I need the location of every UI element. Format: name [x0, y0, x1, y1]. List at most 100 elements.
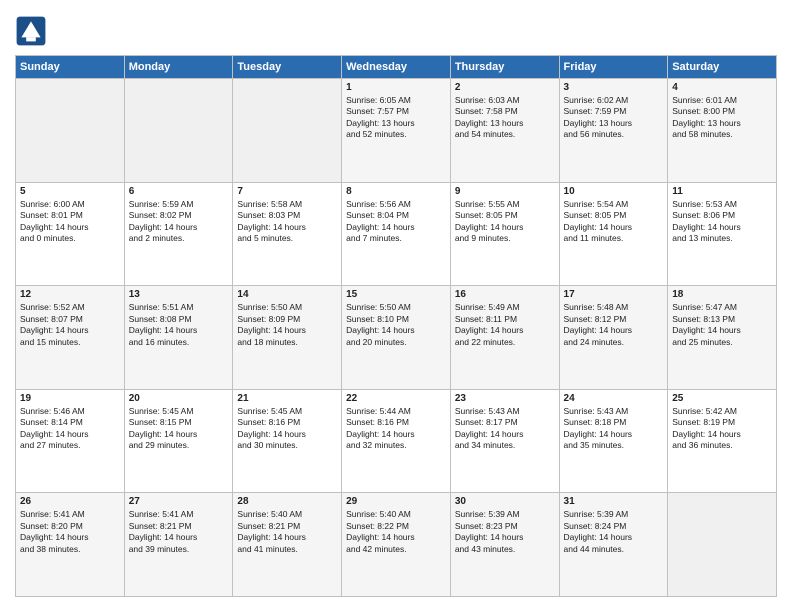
day-number: 23: [455, 393, 555, 404]
week-row-1: 1Sunrise: 6:05 AM Sunset: 7:57 PM Daylig…: [16, 79, 777, 183]
day-info: Sunrise: 5:40 AM Sunset: 8:22 PM Dayligh…: [346, 509, 446, 555]
day-number: 30: [455, 496, 555, 507]
day-info: Sunrise: 6:01 AM Sunset: 8:00 PM Dayligh…: [672, 95, 772, 141]
day-cell: 8 Sunrise: 5:56 AM Sunset: 8:04 PM Daylig…: [342, 182, 451, 286]
day-info: Sunrise: 6:02 AM Sunset: 7:59 PM Dayligh…: [564, 95, 664, 141]
col-header-monday: Monday: [124, 56, 233, 79]
day-info: Sunrise: 5:48 AM Sunset: 8:12 PM Dayligh…: [564, 302, 664, 348]
day-cell: 19 Sunrise: 5:46 AM Sunset: 8:14 PM Dayli…: [16, 389, 125, 493]
day-cell: [124, 79, 233, 183]
day-cell: [233, 79, 342, 183]
day-cell: 11 Sunrise: 5:53 AM Sunset: 8:06 PM Dayli…: [668, 182, 777, 286]
day-info: Sunrise: 5:41 AM Sunset: 8:20 PM Dayligh…: [20, 509, 120, 555]
day-cell: 6 Sunrise: 5:59 AM Sunset: 8:02 PM Daylig…: [124, 182, 233, 286]
day-cell: 7 Sunrise: 5:58 AM Sunset: 8:03 PM Daylig…: [233, 182, 342, 286]
day-info: Sunrise: 5:44 AM Sunset: 8:16 PM Dayligh…: [346, 406, 446, 452]
day-cell: 2Sunrise: 6:03 AM Sunset: 7:58 PM Daylig…: [450, 79, 559, 183]
day-cell: 16 Sunrise: 5:49 AM Sunset: 8:11 PM Dayli…: [450, 286, 559, 390]
day-number: 9: [455, 186, 555, 197]
day-cell: 3 Sunrise: 6:02 AM Sunset: 7:59 PM Daylig…: [559, 79, 668, 183]
day-info: Sunrise: 5:46 AM Sunset: 8:14 PM Dayligh…: [20, 406, 120, 452]
day-info: Sunrise: 5:56 AM Sunset: 8:04 PM Dayligh…: [346, 199, 446, 245]
day-info: Sunrise: 5:41 AM Sunset: 8:21 PM Dayligh…: [129, 509, 229, 555]
day-number: 2: [455, 82, 555, 93]
day-cell: 25Sunrise: 5:42 AM Sunset: 8:19 PM Dayli…: [668, 389, 777, 493]
day-cell: 20 Sunrise: 5:45 AM Sunset: 8:15 PM Dayli…: [124, 389, 233, 493]
day-info: Sunrise: 5:49 AM Sunset: 8:11 PM Dayligh…: [455, 302, 555, 348]
day-cell: 10 Sunrise: 5:54 AM Sunset: 8:05 PM Dayli…: [559, 182, 668, 286]
day-number: 19: [20, 393, 120, 404]
day-info: Sunrise: 5:51 AM Sunset: 8:08 PM Dayligh…: [129, 302, 229, 348]
day-info: Sunrise: 5:53 AM Sunset: 8:06 PM Dayligh…: [672, 199, 772, 245]
day-number: 6: [129, 186, 229, 197]
week-row-3: 12Sunrise: 5:52 AM Sunset: 8:07 PM Dayli…: [16, 286, 777, 390]
day-cell: 4 Sunrise: 6:01 AM Sunset: 8:00 PM Daylig…: [668, 79, 777, 183]
calendar-header-row: SundayMondayTuesdayWednesdayThursdayFrid…: [16, 56, 777, 79]
day-cell: [668, 493, 777, 597]
day-info: Sunrise: 6:05 AM Sunset: 7:57 PM Dayligh…: [346, 95, 446, 141]
day-cell: 5 Sunrise: 6:00 AM Sunset: 8:01 PM Daylig…: [16, 182, 125, 286]
day-info: Sunrise: 5:40 AM Sunset: 8:21 PM Dayligh…: [237, 509, 337, 555]
day-info: Sunrise: 6:00 AM Sunset: 8:01 PM Dayligh…: [20, 199, 120, 245]
day-cell: 28 Sunrise: 5:40 AM Sunset: 8:21 PM Dayli…: [233, 493, 342, 597]
header: [15, 15, 777, 47]
day-number: 7: [237, 186, 337, 197]
day-info: Sunrise: 5:54 AM Sunset: 8:05 PM Dayligh…: [564, 199, 664, 245]
day-cell: 24 Sunrise: 5:43 AM Sunset: 8:18 PM Dayli…: [559, 389, 668, 493]
day-number: 20: [129, 393, 229, 404]
day-number: 4: [672, 82, 772, 93]
day-info: Sunrise: 5:50 AM Sunset: 8:09 PM Dayligh…: [237, 302, 337, 348]
day-number: 3: [564, 82, 664, 93]
day-cell: 26 Sunrise: 5:41 AM Sunset: 8:20 PM Dayli…: [16, 493, 125, 597]
day-cell: 1Sunrise: 6:05 AM Sunset: 7:57 PM Daylig…: [342, 79, 451, 183]
day-info: Sunrise: 5:43 AM Sunset: 8:18 PM Dayligh…: [564, 406, 664, 452]
col-header-wednesday: Wednesday: [342, 56, 451, 79]
day-number: 17: [564, 289, 664, 300]
day-number: 31: [564, 496, 664, 507]
day-number: 10: [564, 186, 664, 197]
day-number: 22: [346, 393, 446, 404]
day-number: 21: [237, 393, 337, 404]
day-number: 28: [237, 496, 337, 507]
day-cell: 12Sunrise: 5:52 AM Sunset: 8:07 PM Dayli…: [16, 286, 125, 390]
day-number: 13: [129, 289, 229, 300]
day-number: 24: [564, 393, 664, 404]
day-number: 16: [455, 289, 555, 300]
day-info: Sunrise: 5:43 AM Sunset: 8:17 PM Dayligh…: [455, 406, 555, 452]
col-header-thursday: Thursday: [450, 56, 559, 79]
day-number: 29: [346, 496, 446, 507]
col-header-friday: Friday: [559, 56, 668, 79]
day-number: 27: [129, 496, 229, 507]
day-info: Sunrise: 5:45 AM Sunset: 8:15 PM Dayligh…: [129, 406, 229, 452]
day-info: Sunrise: 5:58 AM Sunset: 8:03 PM Dayligh…: [237, 199, 337, 245]
day-number: 8: [346, 186, 446, 197]
day-cell: 22 Sunrise: 5:44 AM Sunset: 8:16 PM Dayli…: [342, 389, 451, 493]
col-header-sunday: Sunday: [16, 56, 125, 79]
day-number: 26: [20, 496, 120, 507]
day-number: 15: [346, 289, 446, 300]
day-info: Sunrise: 5:55 AM Sunset: 8:05 PM Dayligh…: [455, 199, 555, 245]
day-cell: 13 Sunrise: 5:51 AM Sunset: 8:08 PM Dayli…: [124, 286, 233, 390]
week-row-4: 19 Sunrise: 5:46 AM Sunset: 8:14 PM Dayli…: [16, 389, 777, 493]
day-cell: 27 Sunrise: 5:41 AM Sunset: 8:21 PM Dayli…: [124, 493, 233, 597]
day-info: Sunrise: 5:59 AM Sunset: 8:02 PM Dayligh…: [129, 199, 229, 245]
day-number: 11: [672, 186, 772, 197]
day-number: 18: [672, 289, 772, 300]
day-cell: 29 Sunrise: 5:40 AM Sunset: 8:22 PM Dayli…: [342, 493, 451, 597]
day-cell: 9 Sunrise: 5:55 AM Sunset: 8:05 PM Daylig…: [450, 182, 559, 286]
day-cell: 17 Sunrise: 5:48 AM Sunset: 8:12 PM Dayli…: [559, 286, 668, 390]
week-row-5: 26 Sunrise: 5:41 AM Sunset: 8:20 PM Dayli…: [16, 493, 777, 597]
day-number: 5: [20, 186, 120, 197]
day-info: Sunrise: 5:39 AM Sunset: 8:24 PM Dayligh…: [564, 509, 664, 555]
day-info: Sunrise: 5:50 AM Sunset: 8:10 PM Dayligh…: [346, 302, 446, 348]
day-cell: 30Sunrise: 5:39 AM Sunset: 8:23 PM Dayli…: [450, 493, 559, 597]
day-cell: [16, 79, 125, 183]
day-cell: 18 Sunrise: 5:47 AM Sunset: 8:13 PM Dayli…: [668, 286, 777, 390]
week-row-2: 5 Sunrise: 6:00 AM Sunset: 8:01 PM Daylig…: [16, 182, 777, 286]
day-cell: 15 Sunrise: 5:50 AM Sunset: 8:10 PM Dayli…: [342, 286, 451, 390]
logo-icon: [15, 15, 47, 47]
col-header-tuesday: Tuesday: [233, 56, 342, 79]
day-cell: 31 Sunrise: 5:39 AM Sunset: 8:24 PM Dayli…: [559, 493, 668, 597]
day-cell: 23 Sunrise: 5:43 AM Sunset: 8:17 PM Dayli…: [450, 389, 559, 493]
day-info: Sunrise: 5:47 AM Sunset: 8:13 PM Dayligh…: [672, 302, 772, 348]
